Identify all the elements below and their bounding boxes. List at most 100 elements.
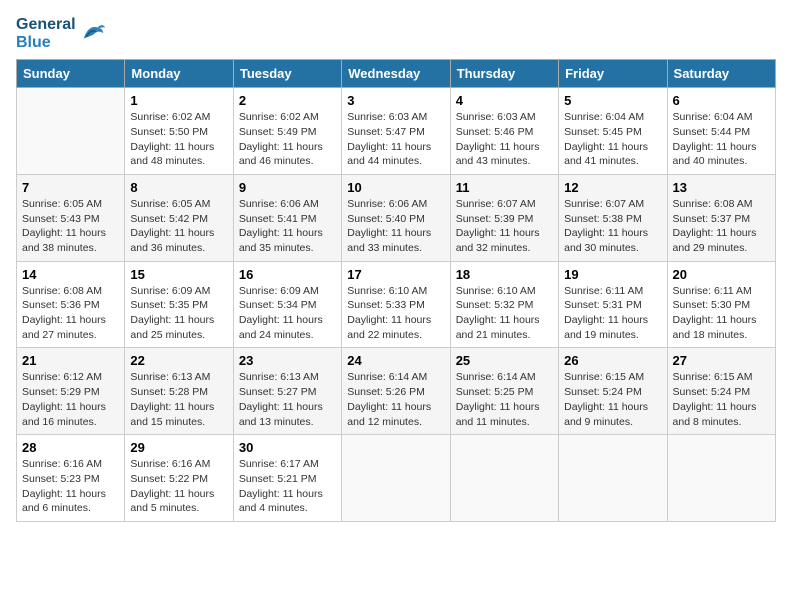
page-header: General Blue [16,16,776,51]
day-number: 25 [456,353,553,368]
day-info: Sunrise: 6:15 AMSunset: 5:24 PMDaylight:… [564,370,661,429]
day-info: Sunrise: 6:15 AMSunset: 5:24 PMDaylight:… [673,370,770,429]
day-info: Sunrise: 6:02 AMSunset: 5:50 PMDaylight:… [130,110,227,169]
calendar-cell: 19 Sunrise: 6:11 AMSunset: 5:31 PMDayligh… [559,261,667,348]
day-info: Sunrise: 6:11 AMSunset: 5:31 PMDaylight:… [564,284,661,343]
day-number: 9 [239,180,336,195]
column-header-wednesday: Wednesday [342,60,450,88]
day-info: Sunrise: 6:14 AMSunset: 5:26 PMDaylight:… [347,370,444,429]
day-number: 14 [22,267,119,282]
calendar-header: SundayMondayTuesdayWednesdayThursdayFrid… [17,60,776,88]
day-number: 29 [130,440,227,455]
calendar-week-3: 14 Sunrise: 6:08 AMSunset: 5:36 PMDayligh… [17,261,776,348]
calendar-cell [450,435,558,522]
day-number: 8 [130,180,227,195]
day-info: Sunrise: 6:08 AMSunset: 5:37 PMDaylight:… [673,197,770,256]
day-info: Sunrise: 6:07 AMSunset: 5:39 PMDaylight:… [456,197,553,256]
day-number: 21 [22,353,119,368]
day-info: Sunrise: 6:13 AMSunset: 5:28 PMDaylight:… [130,370,227,429]
calendar-week-1: 1 Sunrise: 6:02 AMSunset: 5:50 PMDaylight… [17,88,776,175]
calendar-cell [17,88,125,175]
day-info: Sunrise: 6:09 AMSunset: 5:35 PMDaylight:… [130,284,227,343]
calendar-cell: 20 Sunrise: 6:11 AMSunset: 5:30 PMDayligh… [667,261,775,348]
calendar-cell: 30Sunrise: 6:17 AMSunset: 5:21 PMDayligh… [233,435,341,522]
day-info: Sunrise: 6:14 AMSunset: 5:25 PMDaylight:… [456,370,553,429]
day-info: Sunrise: 6:02 AMSunset: 5:49 PMDaylight:… [239,110,336,169]
calendar-cell [559,435,667,522]
day-number: 6 [673,93,770,108]
day-info: Sunrise: 6:13 AMSunset: 5:27 PMDaylight:… [239,370,336,429]
day-info: Sunrise: 6:10 AMSunset: 5:33 PMDaylight:… [347,284,444,343]
day-number: 20 [673,267,770,282]
calendar-cell: 26 Sunrise: 6:15 AMSunset: 5:24 PMDayligh… [559,348,667,435]
calendar-cell: 24 Sunrise: 6:14 AMSunset: 5:26 PMDayligh… [342,348,450,435]
day-info: Sunrise: 6:06 AMSunset: 5:41 PMDaylight:… [239,197,336,256]
calendar-table: SundayMondayTuesdayWednesdayThursdayFrid… [16,59,776,522]
day-number: 22 [130,353,227,368]
calendar-cell: 13 Sunrise: 6:08 AMSunset: 5:37 PMDayligh… [667,174,775,261]
day-info: Sunrise: 6:07 AMSunset: 5:38 PMDaylight:… [564,197,661,256]
day-info: Sunrise: 6:04 AMSunset: 5:44 PMDaylight:… [673,110,770,169]
day-info: Sunrise: 6:03 AMSunset: 5:47 PMDaylight:… [347,110,444,169]
day-number: 4 [456,93,553,108]
calendar-cell [342,435,450,522]
day-number: 16 [239,267,336,282]
day-number: 18 [456,267,553,282]
calendar-week-5: 28 Sunrise: 6:16 AMSunset: 5:23 PMDayligh… [17,435,776,522]
column-header-thursday: Thursday [450,60,558,88]
column-header-monday: Monday [125,60,233,88]
day-info: Sunrise: 6:10 AMSunset: 5:32 PMDaylight:… [456,284,553,343]
calendar-week-4: 21 Sunrise: 6:12 AMSunset: 5:29 PMDayligh… [17,348,776,435]
day-info: Sunrise: 6:16 AMSunset: 5:23 PMDaylight:… [22,457,119,516]
column-header-friday: Friday [559,60,667,88]
calendar-cell: 29Sunrise: 6:16 AMSunset: 5:22 PMDayligh… [125,435,233,522]
day-number: 15 [130,267,227,282]
calendar-body: 1 Sunrise: 6:02 AMSunset: 5:50 PMDaylight… [17,88,776,522]
calendar-cell: 5 Sunrise: 6:04 AMSunset: 5:45 PMDaylight… [559,88,667,175]
day-info: Sunrise: 6:06 AMSunset: 5:40 PMDaylight:… [347,197,444,256]
day-number: 12 [564,180,661,195]
day-info: Sunrise: 6:17 AMSunset: 5:21 PMDaylight:… [239,457,336,516]
calendar-cell: 28 Sunrise: 6:16 AMSunset: 5:23 PMDayligh… [17,435,125,522]
calendar-cell: 15 Sunrise: 6:09 AMSunset: 5:35 PMDayligh… [125,261,233,348]
day-number: 23 [239,353,336,368]
calendar-cell: 27 Sunrise: 6:15 AMSunset: 5:24 PMDayligh… [667,348,775,435]
day-info: Sunrise: 6:03 AMSunset: 5:46 PMDaylight:… [456,110,553,169]
logo: General Blue [16,16,107,51]
day-info: Sunrise: 6:11 AMSunset: 5:30 PMDaylight:… [673,284,770,343]
calendar-cell: 14 Sunrise: 6:08 AMSunset: 5:36 PMDayligh… [17,261,125,348]
calendar-cell: 1 Sunrise: 6:02 AMSunset: 5:50 PMDaylight… [125,88,233,175]
calendar-cell [667,435,775,522]
column-header-tuesday: Tuesday [233,60,341,88]
day-number: 27 [673,353,770,368]
day-number: 10 [347,180,444,195]
calendar-cell: 18 Sunrise: 6:10 AMSunset: 5:32 PMDayligh… [450,261,558,348]
day-info: Sunrise: 6:12 AMSunset: 5:29 PMDaylight:… [22,370,119,429]
day-number: 1 [130,93,227,108]
day-number: 17 [347,267,444,282]
day-number: 24 [347,353,444,368]
day-number: 19 [564,267,661,282]
day-number: 7 [22,180,119,195]
day-info: Sunrise: 6:08 AMSunset: 5:36 PMDaylight:… [22,284,119,343]
calendar-cell: 16 Sunrise: 6:09 AMSunset: 5:34 PMDayligh… [233,261,341,348]
day-info: Sunrise: 6:05 AMSunset: 5:43 PMDaylight:… [22,197,119,256]
calendar-cell: 2 Sunrise: 6:02 AMSunset: 5:49 PMDaylight… [233,88,341,175]
day-info: Sunrise: 6:04 AMSunset: 5:45 PMDaylight:… [564,110,661,169]
calendar-cell: 12 Sunrise: 6:07 AMSunset: 5:38 PMDayligh… [559,174,667,261]
day-number: 5 [564,93,661,108]
day-number: 26 [564,353,661,368]
day-number: 2 [239,93,336,108]
calendar-cell: 10 Sunrise: 6:06 AMSunset: 5:40 PMDayligh… [342,174,450,261]
calendar-cell: 7 Sunrise: 6:05 AMSunset: 5:43 PMDaylight… [17,174,125,261]
calendar-cell: 25 Sunrise: 6:14 AMSunset: 5:25 PMDayligh… [450,348,558,435]
calendar-cell: 17 Sunrise: 6:10 AMSunset: 5:33 PMDayligh… [342,261,450,348]
calendar-cell: 11Sunrise: 6:07 AMSunset: 5:39 PMDayligh… [450,174,558,261]
calendar-cell: 23 Sunrise: 6:13 AMSunset: 5:27 PMDayligh… [233,348,341,435]
calendar-week-2: 7 Sunrise: 6:05 AMSunset: 5:43 PMDaylight… [17,174,776,261]
day-number: 13 [673,180,770,195]
day-info: Sunrise: 6:09 AMSunset: 5:34 PMDaylight:… [239,284,336,343]
calendar-cell: 21 Sunrise: 6:12 AMSunset: 5:29 PMDayligh… [17,348,125,435]
day-number: 28 [22,440,119,455]
day-info: Sunrise: 6:05 AMSunset: 5:42 PMDaylight:… [130,197,227,256]
